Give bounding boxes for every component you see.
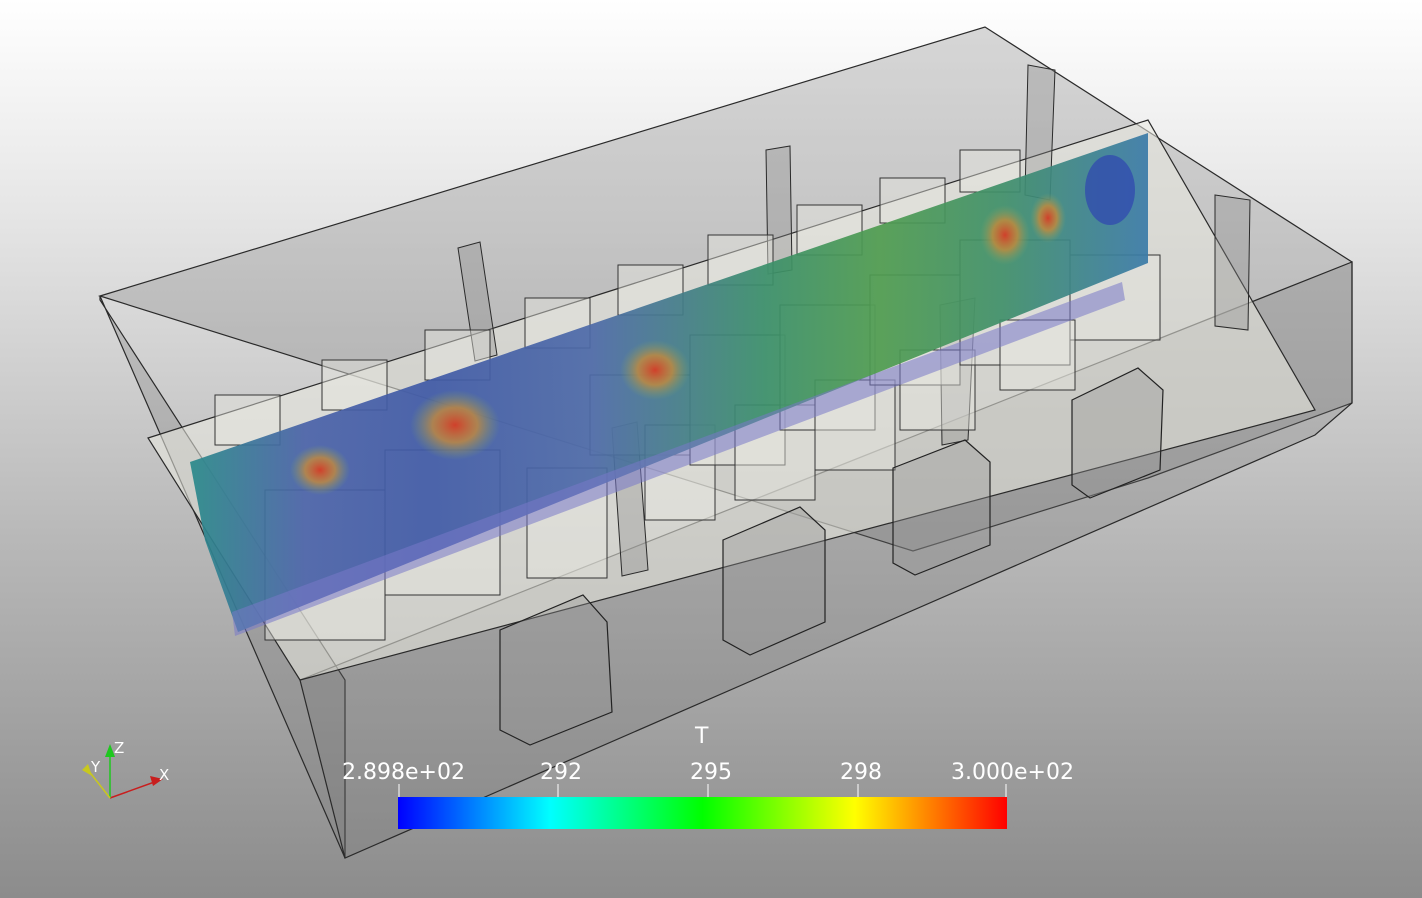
hot-plume <box>980 205 1030 265</box>
hot-plume <box>620 340 690 400</box>
hot-plume <box>410 390 500 460</box>
y-axis-label: Y <box>91 758 101 776</box>
colorbar-tick: 295 <box>690 760 732 785</box>
colorbar-tick: 298 <box>840 760 882 785</box>
x-axis-label: X <box>159 766 170 784</box>
z-axis-label: Z <box>114 739 125 757</box>
colorbar-title: T <box>695 724 709 749</box>
cool-region <box>1085 155 1135 225</box>
hot-plume <box>1030 193 1066 243</box>
colorbar-gradient[interactable] <box>398 797 1007 829</box>
colorbar-tick-marks <box>398 784 1007 798</box>
hot-plume <box>290 445 350 495</box>
pillar-right-wall <box>1214 194 1251 331</box>
colorbar-tick: 292 <box>540 760 582 785</box>
colorbar-tick-min: 2.898e+02 <box>342 760 465 785</box>
colorbar-tick-max: 3.000e+02 <box>951 760 1074 785</box>
